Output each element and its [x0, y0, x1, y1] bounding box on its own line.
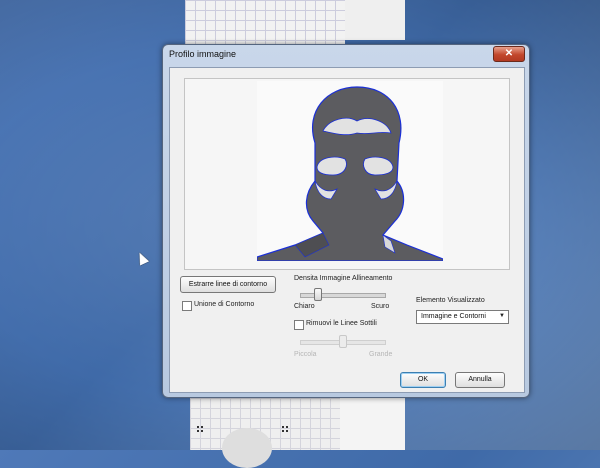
cancel-button[interactable]: Annulla — [455, 372, 505, 388]
close-icon: ✕ — [504, 48, 514, 59]
remove-thin-lines-checkbox[interactable] — [294, 320, 304, 330]
background-document-panel — [345, 0, 405, 40]
silhouette-contour-image — [257, 86, 443, 261]
density-slider[interactable] — [300, 293, 386, 298]
close-button[interactable]: ✕ — [493, 46, 525, 62]
grid-icon — [282, 426, 288, 432]
image-profile-dialog: Profilo immagine ✕ Estrarre linee di con… — [162, 44, 530, 398]
merge-contour-label: Unione di Contorno — [194, 301, 255, 308]
dropdown-arrow-icon: ▼ — [499, 313, 505, 319]
dialog-content: Estrarre linee di contorno Unione di Con… — [169, 67, 525, 393]
density-max-label: Scuro — [371, 303, 390, 310]
thin-lines-min-label: Piccola — [294, 351, 317, 358]
background-document-lower-panel — [340, 398, 405, 450]
density-title: Densita Immagine Allineamento — [294, 275, 393, 282]
display-element-select[interactable]: Immagine e Contorni ▼ — [416, 310, 509, 324]
display-element-value: Immagine e Contorni — [421, 313, 486, 320]
remove-thin-lines-label: Rimuovi le Linee Sottili — [306, 320, 377, 327]
ok-button[interactable]: OK — [400, 372, 446, 388]
background-shape — [222, 428, 272, 468]
extract-contours-button[interactable]: Estrarre linee di contorno — [180, 276, 276, 293]
preview-frame — [184, 78, 510, 270]
dialog-title: Profilo immagine — [169, 49, 237, 59]
density-min-label: Chiaro — [294, 303, 315, 310]
dialog-titlebar[interactable]: Profilo immagine ✕ — [163, 45, 529, 65]
background-document — [185, 0, 345, 45]
cursor-icon — [134, 250, 150, 266]
merge-contour-checkbox[interactable] — [182, 301, 192, 311]
image-preview — [257, 81, 443, 261]
grid-icon — [197, 426, 203, 432]
density-slider-thumb[interactable] — [313, 288, 322, 301]
thin-lines-max-label: Grande — [369, 351, 393, 358]
silhouette-head — [257, 86, 443, 261]
display-element-title: Elemento Visualizzato — [416, 297, 485, 304]
thin-lines-slider-thumb[interactable] — [339, 335, 347, 348]
